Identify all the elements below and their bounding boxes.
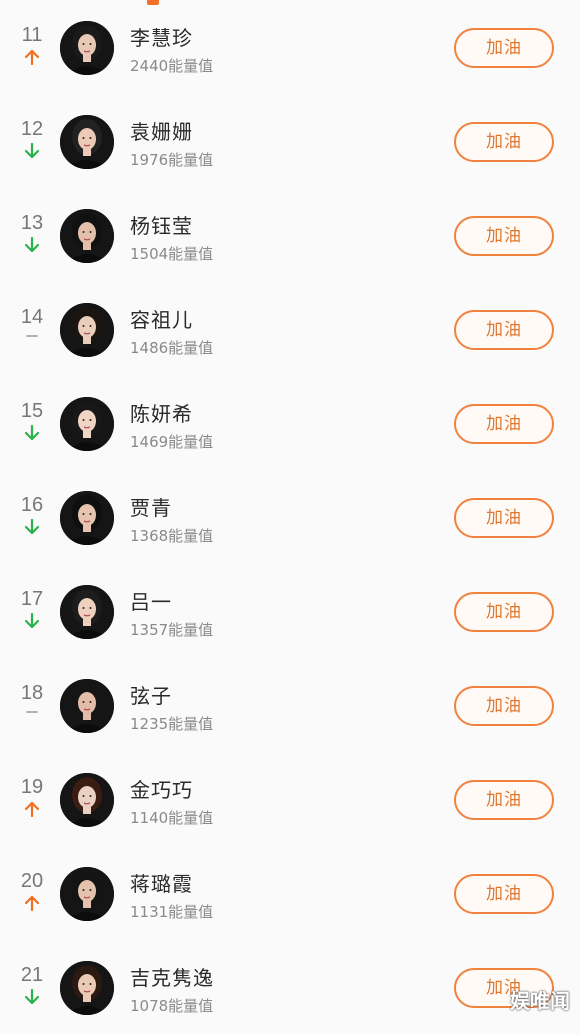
energy-score: 1368能量值 (130, 527, 214, 545)
dash-icon (22, 706, 42, 724)
portrait-image (60, 867, 114, 921)
avatar[interactable] (60, 115, 114, 169)
energy-score: 1078能量值 (130, 997, 214, 1015)
energy-score: 1469能量值 (130, 433, 214, 451)
ranking-row: 20 蒋璐霞 1131能量值 加油 (0, 846, 580, 940)
contestant-name: 容祖儿 (130, 308, 193, 332)
rank-number: 18 (20, 682, 44, 704)
rank-number: 20 (20, 870, 44, 892)
rank-number: 11 (21, 24, 43, 46)
rank-number: 21 (20, 964, 44, 986)
cheer-button[interactable]: 加油 (454, 498, 554, 538)
avatar[interactable] (60, 679, 114, 733)
avatar[interactable] (60, 397, 114, 451)
energy-score: 1357能量值 (130, 621, 214, 639)
rank-number: 16 (20, 494, 44, 516)
rank-number: 19 (20, 776, 44, 798)
arrow-down-icon (22, 142, 42, 160)
portrait-image (60, 303, 114, 357)
ranking-row: 15 陈妍希 1469能量值 加油 (0, 376, 580, 470)
cheer-button[interactable]: 加油 (454, 122, 554, 162)
arrow-up-icon (22, 894, 42, 912)
avatar[interactable] (60, 209, 114, 263)
avatar[interactable] (60, 585, 114, 639)
rank-number: 12 (20, 118, 44, 140)
cheer-button[interactable]: 加油 (454, 404, 554, 444)
ranking-row: 17 吕一 1357能量值 加油 (0, 564, 580, 658)
contestant-name: 贾青 (130, 496, 172, 520)
rank-number: 17 (20, 588, 44, 610)
energy-score: 1131能量值 (130, 903, 214, 921)
energy-score: 1235能量值 (130, 715, 214, 733)
portrait-image (60, 679, 114, 733)
ranking-row: 11 李慧珍 2440能量值 加油 (0, 0, 580, 94)
arrow-up-icon (22, 48, 42, 66)
energy-score: 1976能量值 (130, 151, 214, 169)
arrow-down-icon (22, 612, 42, 630)
portrait-image (60, 209, 114, 263)
portrait-image (60, 961, 114, 1015)
cheer-button[interactable]: 加油 (454, 592, 554, 632)
contestant-name: 李慧珍 (130, 26, 193, 50)
cheer-button[interactable]: 加油 (454, 216, 554, 256)
contestant-name: 袁姗姗 (130, 120, 193, 144)
contestant-name: 吕一 (130, 590, 172, 614)
portrait-image (60, 21, 114, 75)
contestant-name: 杨钰莹 (130, 214, 193, 238)
portrait-image (60, 115, 114, 169)
avatar[interactable] (60, 961, 114, 1015)
contestant-name: 吉克隽逸 (130, 966, 214, 990)
contestant-name: 金巧巧 (130, 778, 193, 802)
cheer-button[interactable]: 加油 (454, 686, 554, 726)
cheer-button[interactable]: 加油 (454, 780, 554, 820)
arrow-down-icon (22, 236, 42, 254)
cheer-button[interactable]: 加油 (454, 310, 554, 350)
cheer-button[interactable]: 加油 (454, 28, 554, 68)
rank-number: 13 (20, 212, 44, 234)
ranking-row: 12 袁姗姗 1976能量值 加油 (0, 94, 580, 188)
ranking-row: 21 吉克隽逸 1078能量值 加油 (0, 940, 580, 1034)
rank-number: 14 (20, 306, 44, 328)
arrow-down-icon (22, 424, 42, 442)
arrow-down-icon (22, 988, 42, 1006)
dash-icon (22, 330, 42, 348)
portrait-image (60, 397, 114, 451)
contestant-name: 蒋璐霞 (130, 872, 193, 896)
portrait-image (60, 585, 114, 639)
avatar[interactable] (60, 303, 114, 357)
cheer-button[interactable]: 加油 (454, 874, 554, 914)
portrait-image (60, 491, 114, 545)
energy-score: 1140能量值 (130, 809, 214, 827)
ranking-row: 18 弦子 1235能量值 加油 (0, 658, 580, 752)
ranking-row: 13 杨钰莹 1504能量值 加油 (0, 188, 580, 282)
portrait-image (60, 773, 114, 827)
arrow-up-icon (22, 800, 42, 818)
contestant-name: 陈妍希 (130, 402, 193, 426)
avatar[interactable] (60, 773, 114, 827)
contestant-name: 弦子 (130, 684, 172, 708)
energy-score: 1486能量值 (130, 339, 214, 357)
watermark: 娱唯闻 (510, 989, 570, 1013)
ranking-row: 19 金巧巧 1140能量值 加油 (0, 752, 580, 846)
avatar[interactable] (60, 491, 114, 545)
energy-score: 1504能量值 (130, 245, 214, 263)
avatar[interactable] (60, 867, 114, 921)
rank-number: 15 (20, 400, 44, 422)
ranking-row: 16 贾青 1368能量值 加油 (0, 470, 580, 564)
avatar[interactable] (60, 21, 114, 75)
ranking-row: 14 容祖儿 1486能量值 加油 (0, 282, 580, 376)
arrow-down-icon (22, 518, 42, 536)
energy-score: 2440能量值 (130, 57, 214, 75)
